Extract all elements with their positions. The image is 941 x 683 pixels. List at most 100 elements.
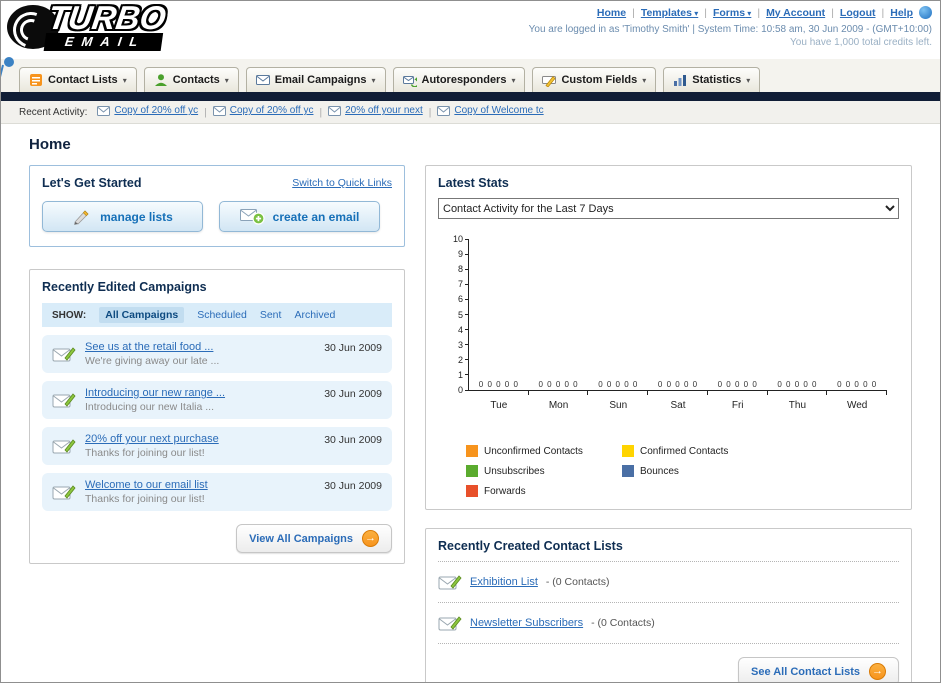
campaign-list-item[interactable]: See us at the retail food ... We're givin… [42, 335, 392, 373]
top-link-help[interactable]: Help [890, 7, 913, 19]
see-all-contact-lists-label: See All Contact Lists [750, 665, 860, 678]
tab-label: Custom Fields [561, 74, 638, 86]
contact-lists-icon [29, 73, 43, 87]
tab-contacts[interactable]: Contacts ▾ [143, 67, 239, 92]
campaign-subtitle: Thanks for joining our list! [85, 447, 205, 459]
contact-list-item[interactable]: Newsletter Subscribers - (0 Contacts) [438, 611, 899, 635]
campaign-text: Introducing our new range ... Introducing… [85, 387, 225, 413]
campaign-list-item[interactable]: Introducing our new range ... Introducing… [42, 381, 392, 419]
tab-label: Autoresponders [421, 74, 507, 86]
y-tick-label: 8 [457, 264, 463, 275]
top-link-my-account[interactable]: My Account [766, 7, 825, 19]
filter-all-campaigns[interactable]: All Campaigns [99, 307, 185, 323]
switch-to-quick-links-link[interactable]: Switch to Quick Links [292, 177, 392, 189]
legend-label: Confirmed Contacts [640, 445, 729, 457]
x-tick-mark [587, 390, 589, 395]
statistics-icon [673, 73, 687, 87]
x-tick-label: Sun [609, 400, 628, 411]
campaign-date: 30 Jun 2009 [324, 480, 382, 492]
recent-activity-item: Copy of Welcome tc [437, 105, 544, 116]
legend-item: Forwards [466, 485, 622, 497]
zero-value-labels: 0 0 0 0 0 [777, 380, 818, 389]
x-tick-mark [706, 390, 708, 395]
campaign-list-item[interactable]: 20% off your next purchase Thanks for joi… [42, 427, 392, 465]
see-all-contact-lists-button[interactable]: See All Contact Lists → [737, 657, 899, 682]
separator: | [632, 6, 635, 19]
contact-list-link[interactable]: Exhibition List [470, 576, 538, 588]
legend-label: Unsubscribes [484, 465, 545, 477]
recent-activity-link[interactable]: 20% off your next [345, 105, 423, 116]
contact-lists-title: Recently Created Contact Lists [438, 539, 623, 553]
view-all-campaigns-label: View All Campaigns [249, 532, 353, 545]
campaign-text: 20% off your next purchase Thanks for joi… [85, 433, 219, 459]
top-link-home[interactable]: Home [597, 7, 626, 19]
tab-contact-lists[interactable]: Contact Lists ▾ [19, 67, 137, 92]
campaign-items-list: See us at the retail food ... We're givin… [42, 335, 392, 511]
x-tick-label: Tue [490, 400, 508, 411]
separator: | [831, 6, 834, 19]
filter-archived[interactable]: Archived [294, 309, 335, 321]
campaign-list-item[interactable]: Welcome to our email list Thanks for join… [42, 473, 392, 511]
top-link-forms[interactable]: Forms ▾ [713, 7, 751, 19]
contact-list-link[interactable]: Newsletter Subscribers [470, 617, 583, 629]
logo-text: TURBO EMAIL [43, 0, 169, 51]
top-link-logout[interactable]: Logout [840, 7, 876, 19]
y-tick-label: 3 [457, 339, 463, 350]
x-tick-label: Sat [670, 400, 686, 411]
filter-scheduled[interactable]: Scheduled [197, 309, 247, 321]
recent-activity-label: Recent Activity: [19, 106, 88, 118]
contact-lists-items: Exhibition List - (0 Contacts) Newsletter … [438, 561, 899, 644]
filter-sent[interactable]: Sent [260, 309, 282, 321]
manage-lists-label: manage lists [100, 209, 173, 224]
email-plus-icon [239, 208, 265, 225]
tab-custom-fields[interactable]: Custom Fields ▾ [532, 67, 657, 92]
legend-label: Unconfirmed Contacts [484, 445, 583, 457]
contact-activity-select[interactable]: Contact Activity for the Last 7 Days [438, 198, 899, 219]
logo-tail-decoration [4, 57, 14, 67]
separator: | [704, 6, 707, 19]
nav-divider-bar [1, 92, 940, 101]
campaign-title-link[interactable]: Introducing our new range ... [85, 387, 225, 399]
y-tick-label: 9 [457, 249, 463, 260]
legend-swatch [466, 445, 478, 457]
create-an-email-button[interactable]: create an email [219, 201, 380, 232]
contact-list-item[interactable]: Exhibition List - (0 Contacts) [438, 570, 899, 594]
campaign-date: 30 Jun 2009 [324, 434, 382, 446]
envelope-pencil-icon [52, 482, 76, 502]
tab-label: Email Campaigns [274, 74, 367, 86]
app-logo: TURBO EMAIL [7, 1, 168, 51]
chart-legend: Unconfirmed Contacts Confirmed Contacts Un… [466, 445, 899, 497]
recent-activity-link[interactable]: Copy of Welcome tc [454, 105, 543, 116]
campaign-title-link[interactable]: 20% off your next purchase [85, 433, 219, 445]
tab-autoresponders[interactable]: Autoresponders ▾ [392, 67, 526, 92]
manage-lists-button[interactable]: manage lists [42, 201, 203, 232]
recent-activity-item: Copy of 20% off yc [212, 105, 314, 116]
separator: | [319, 107, 323, 119]
x-tick-label: Mon [548, 400, 569, 411]
campaign-title-link[interactable]: Welcome to our email list [85, 479, 208, 491]
help-bubble-icon[interactable] [919, 6, 932, 19]
x-tick-label: Thu [788, 400, 807, 411]
login-info-text: You are logged in as 'Timothy Smith' | S… [528, 24, 932, 35]
y-tick-label: 4 [457, 324, 463, 335]
zero-value-labels: 0 0 0 0 0 [478, 380, 519, 389]
campaign-title-link[interactable]: See us at the retail food ... [85, 341, 219, 353]
logo-title: TURBO [45, 0, 169, 36]
top-link-templates[interactable]: Templates ▾ [641, 7, 698, 19]
view-all-campaigns-button[interactable]: View All Campaigns → [236, 524, 392, 553]
chart-plot-area: 0 1 2 3 4 5 6 7 8 9 10 0 0 0 0 0 Tue 0 0 0 0 0 Mon 0 0 … [453, 234, 887, 411]
pencil-icon [72, 209, 92, 225]
campaign-filters: All Campaigns Scheduled Sent Archived [99, 307, 335, 323]
top-nav: Home | Templates ▾ | Forms ▾ | My Account | Logo… [529, 6, 932, 19]
tab-statistics[interactable]: Statistics ▾ [663, 67, 761, 92]
recent-activity-items: Copy of 20% off yc | Copy of 20% off yc | 20… [97, 105, 549, 119]
tab-email-campaigns[interactable]: Email Campaigns ▾ [245, 67, 386, 92]
recent-activity-link[interactable]: Copy of 20% off yc [230, 105, 314, 116]
envelope-pencil-icon [52, 344, 76, 364]
recent-activity-link[interactable]: Copy of 20% off yc [114, 105, 198, 116]
show-label: SHOW: [52, 309, 87, 321]
campaign-date: 30 Jun 2009 [324, 342, 382, 354]
legend-label: Forwards [484, 485, 526, 497]
recent-activity-bar: Recent Activity: Copy of 20% off yc | Copy… [1, 101, 940, 124]
contact-activity-chart: 0 1 2 3 4 5 6 7 8 9 10 0 0 0 0 0 Tue 0 0 0 0 0 Mon 0 0 … [438, 229, 899, 441]
